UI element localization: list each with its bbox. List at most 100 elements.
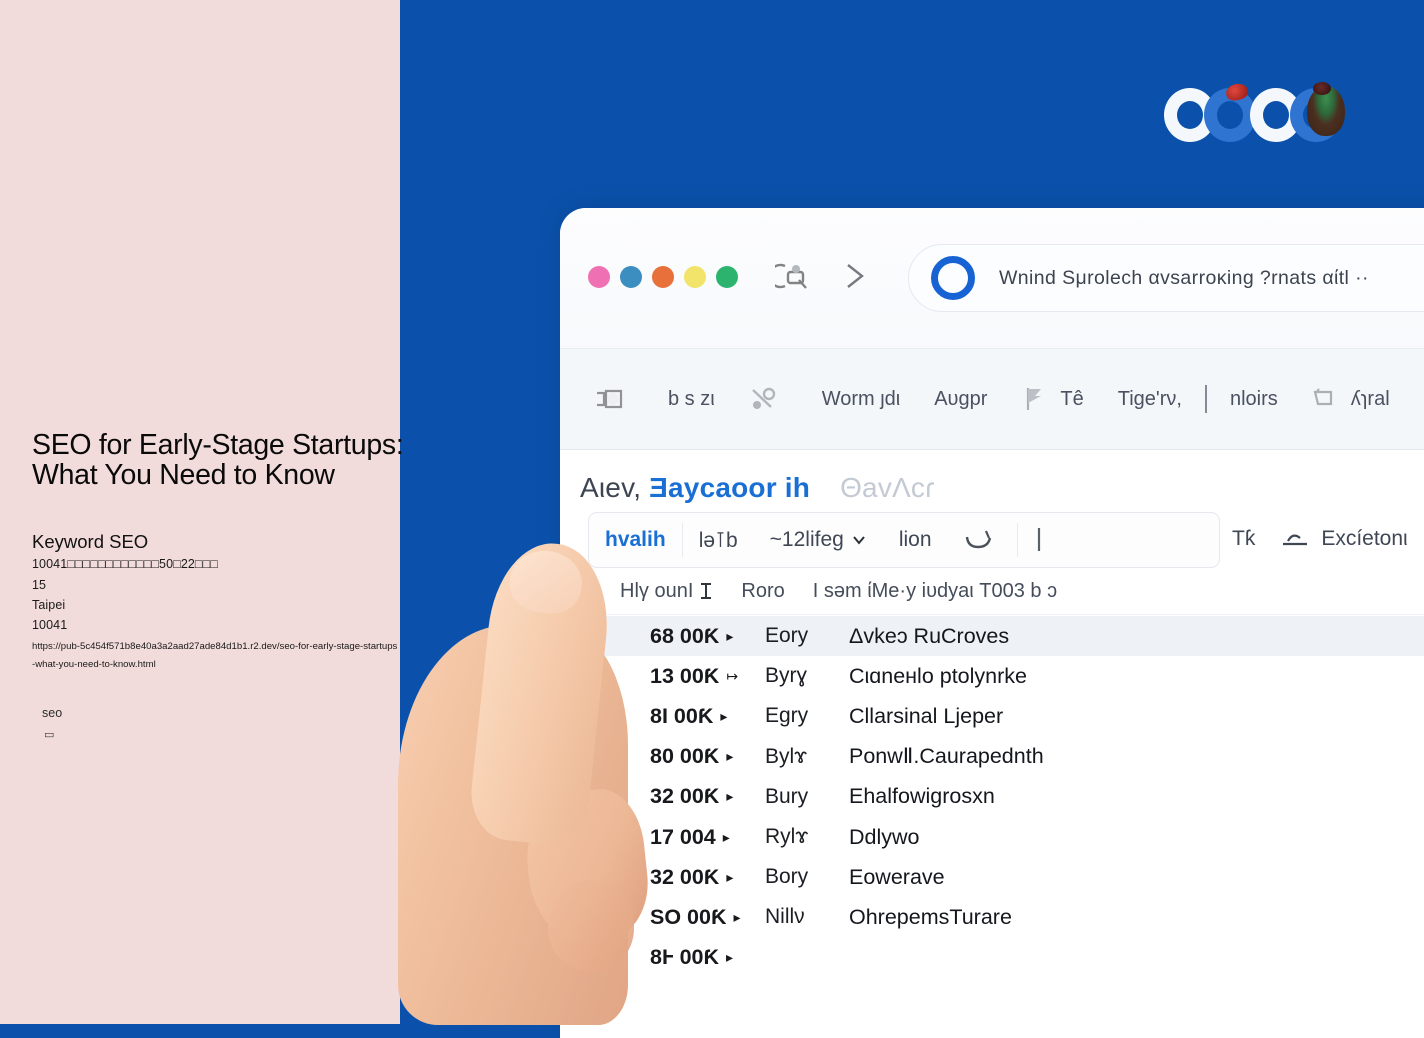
filter-right-item-1[interactable]: Excíetonι: [1281, 527, 1407, 551]
filter-right-label-0: Tƙ: [1232, 527, 1255, 551]
filter-label-1: lǝ⊺b: [699, 528, 738, 553]
article-info-panel: SEO for Early-Stage Startups: What You N…: [0, 0, 400, 1024]
trend-arrow-icon: ▸: [726, 628, 733, 645]
column-header-label-1: Roro: [741, 580, 784, 603]
toolbar-item-7[interactable]: nloirs: [1213, 388, 1295, 411]
forward-chevron-icon[interactable]: [837, 260, 871, 292]
maximize-button[interactable]: [652, 266, 674, 288]
toolbar-label-5: Tê: [1060, 388, 1083, 411]
toolbar-label-3: Worm ȷdι: [822, 388, 901, 411]
filter-cell-1[interactable]: lǝ⊺b: [683, 528, 754, 553]
cell-keyword-term: OhrepemsTurare: [849, 905, 1012, 930]
cell-difficulty: Bury: [765, 785, 849, 809]
navigation-tools[interactable]: [775, 260, 871, 292]
table-row[interactable]: 8I 00Ƙ▸EgryCllarsinal Ljeper: [560, 696, 1424, 736]
trend-arrow-icon: ▸: [726, 788, 733, 805]
cell-keyword-term: Cιɑneн‌lo ptolynrke: [849, 664, 1027, 689]
search-volume-value: SO 00Ƙ: [650, 905, 726, 930]
toolbar-label-8: ʎɿral: [1351, 388, 1390, 411]
close-button[interactable]: [588, 266, 610, 288]
toolbar-item-0[interactable]: [578, 386, 651, 412]
column-header-label-0: Hlγ ounI: [620, 580, 693, 603]
column-header-0[interactable]: Hlγ ounI: [588, 580, 727, 603]
toolbar-item-6[interactable]: Tige'rν,: [1101, 388, 1199, 411]
filter-bar[interactable]: hvalih lǝ⊺b ~12lifeɡ lion: [588, 512, 1220, 568]
table-row[interactable]: 32 00Ƙ▸BuryEhalfowigrosxn: [560, 777, 1424, 817]
brand-logo: [1160, 82, 1360, 148]
window-traffic-lights[interactable]: [588, 266, 738, 288]
cell-search-volume: 13 00Ƙ↦: [650, 664, 765, 689]
filter-bar-right-actions[interactable]: Tƙ Excíetonι: [1232, 512, 1424, 566]
content-heading: Aιev, Ǝaycaoor ih ΘavΛcɾ: [580, 472, 935, 504]
tab-dot-4[interactable]: [684, 266, 706, 288]
filter-label-3: lion: [899, 528, 932, 552]
tag-seo[interactable]: seo: [42, 706, 62, 720]
toolbar-item-1[interactable]: b s zι: [651, 388, 732, 411]
search-volume-value: 8I 00Ƙ: [650, 704, 713, 729]
toolbar-item-8[interactable]: ʎɿral: [1295, 386, 1407, 412]
toolbar-item-4[interactable]: Aυgpr: [917, 388, 1004, 411]
table-row[interactable]: 32 00Ƙ▸BoryEowerave: [560, 857, 1424, 897]
filter-cell-3[interactable]: lion: [883, 528, 948, 552]
cell-keyword-term: Cllarsinal Ljeper: [849, 704, 1003, 729]
toolbar-item-2[interactable]: [732, 386, 805, 412]
toolbar-item-5[interactable]: Tê: [1004, 386, 1100, 412]
trend-arrow-icon: ▸: [726, 869, 733, 886]
cell-search-volume: 80 00Ƙ▸: [650, 744, 765, 769]
table-row[interactable]: SO 00Ƙ▸NillνOhrepemsTurare: [560, 897, 1424, 937]
table-row[interactable]: 13 00Ƙ↦ByrɣCιɑneн‌lo ptolynrke: [560, 656, 1424, 696]
tag-glyph-icon: ▭: [44, 730, 54, 740]
cell-keyword-term: Eowerave: [849, 865, 945, 890]
search-volume-value: 68 00Ƙ: [650, 624, 719, 649]
meta-zip: 10041: [32, 618, 67, 632]
layout-icon: [1312, 386, 1342, 412]
heading-highlight: Ǝaycaoor ih: [649, 472, 810, 503]
filter-right-label-1: Excíetonι: [1321, 527, 1407, 551]
table-row[interactable]: 8Ⱶ 00Ƙ▸: [560, 938, 1424, 978]
search-volume-value: 17 004: [650, 825, 716, 850]
bar-icon: [1034, 525, 1044, 555]
toolbar-item-9[interactable]: [1407, 386, 1424, 412]
search-volume-value: 32 00Ƙ: [650, 784, 719, 809]
page-title: SEO for Early-Stage Startups: What You N…: [32, 430, 404, 490]
article-url-link[interactable]: https://pub-5c454f571b8e40a3a2aad27ade84…: [32, 638, 398, 674]
reading-list-icon[interactable]: [775, 260, 809, 292]
tab-dot-5[interactable]: [716, 266, 738, 288]
scissors-icon: [749, 386, 779, 412]
chevron-down-icon: [851, 532, 867, 548]
cell-difficulty: Bory: [765, 865, 849, 889]
cell-keyword-term: Ddlywo: [849, 825, 920, 850]
cell-search-volume: 8Ⱶ 00Ƙ▸: [650, 945, 765, 970]
toolbar-item-3[interactable]: Worm ȷdι: [805, 388, 918, 411]
address-bar-text[interactable]: Wnind Sμrolech αvsarroκing ?rnats αίtl ·…: [999, 267, 1369, 290]
cell-search-volume: 68 00Ƙ ▸: [650, 624, 765, 649]
minimize-button[interactable]: [620, 266, 642, 288]
column-header-2[interactable]: I sǝm ίMe·y iυdyaι T003 b ɔ: [799, 580, 1071, 603]
column-header-1[interactable]: Roro: [727, 580, 798, 603]
search-volume-value: 8Ⱶ 00Ƙ: [650, 945, 719, 970]
cart-bracket-icon: [595, 386, 625, 412]
table-column-headers: Hlγ ounI Roro I sǝm ίMe·y iυdyaι T003 b …: [588, 568, 1424, 615]
filter-cell-2[interactable]: ~12lifeɡ: [754, 528, 883, 552]
trend-arrow-icon: ▸: [733, 909, 740, 926]
filter-cell-5[interactable]: [1018, 525, 1067, 555]
table-row[interactable]: 68 00Ƙ▸EoryΔvkeɔ RuCroves: [560, 616, 1424, 656]
toolbar-label-4: Aυgpr: [934, 388, 987, 411]
cell-search-volume: 8I 00Ƙ▸: [650, 704, 765, 729]
filter-label-2: ~12lifeɡ: [770, 528, 844, 552]
logo-tree-dot-accent: [1313, 82, 1331, 95]
trend-arrow-icon: ↦: [726, 668, 738, 685]
cell-search-volume: SO 00Ƙ ▸: [650, 905, 765, 930]
toolbar-label-6: Tige'rν,: [1118, 388, 1182, 411]
sort-icon: [699, 582, 713, 600]
table-row[interactable]: 17 004▸RylɤDdlywo: [560, 817, 1424, 857]
browser-titlebar: Wnind Sμrolech αvsarroκing ?rnats αίtl ·…: [560, 208, 1424, 348]
filter-cell-0[interactable]: hvalih: [589, 528, 682, 552]
filter-cell-4[interactable]: [948, 528, 1017, 552]
filter-right-item-0[interactable]: Tƙ: [1232, 527, 1255, 551]
page-content: Aιev, Ǝaycaoor ih ΘavΛcɾ hvalih lǝ⊺b ~12…: [560, 450, 1424, 1038]
address-bar[interactable]: Wnind Sμrolech αvsarroκing ?rnats αίtl ·…: [908, 244, 1424, 312]
bookmarks-toolbar[interactable]: b s zι Worm ȷdι Aυgpr Tê Tige'rν,: [560, 348, 1424, 450]
trend-arrow-icon: ▸: [726, 748, 733, 765]
table-row[interactable]: 80 00Ƙ▸BylɤPonwⅡ.Caurapednth: [560, 737, 1424, 777]
